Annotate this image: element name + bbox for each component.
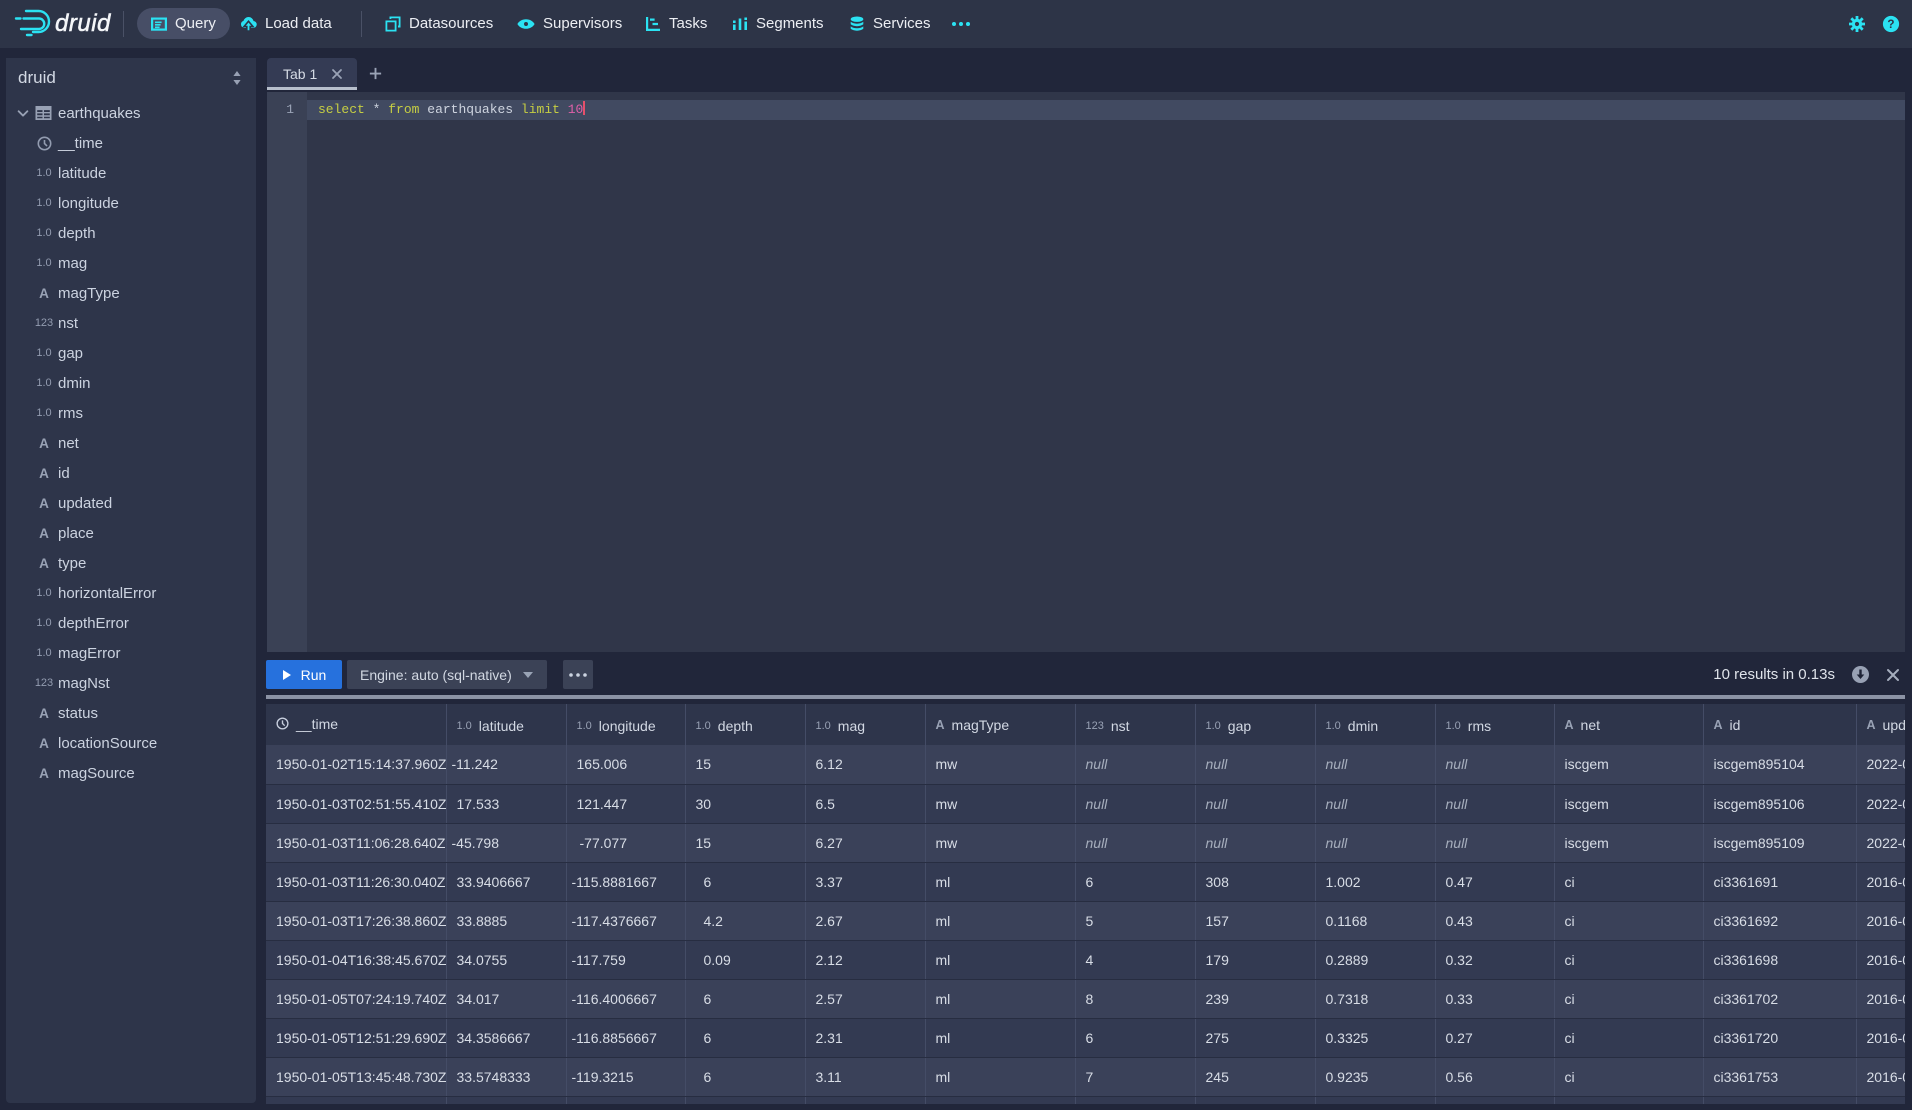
svg-text:?: ? — [1887, 18, 1894, 31]
